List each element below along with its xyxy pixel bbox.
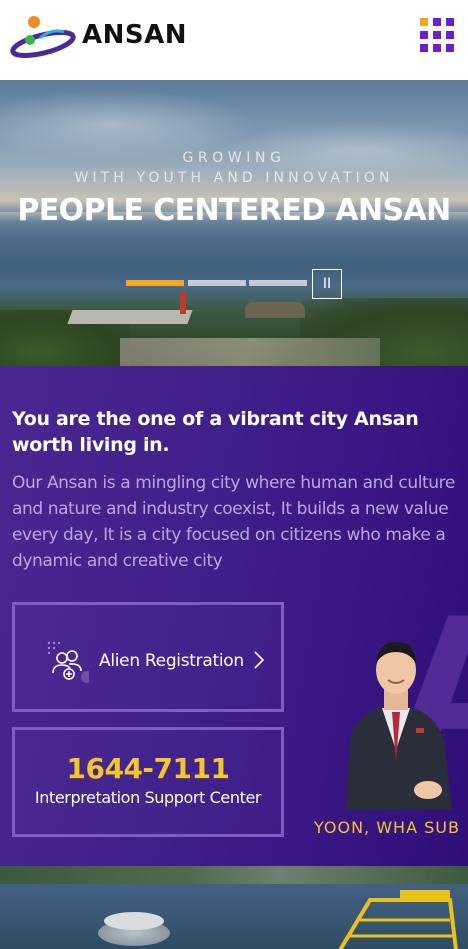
hero-subtitle-line2: WITH YOUTH AND INNOVATION — [74, 170, 394, 186]
mayor-intro-section: A You are the one of a vibrant city Ansa… — [0, 366, 468, 866]
alien-registration-label: Alien Registration — [99, 651, 244, 671]
hero-banner: GROWING WITH YOUTH AND INNOVATION PEOPLE… — [0, 80, 468, 366]
menu-dot-1 — [420, 18, 428, 26]
menu-dot-8 — [433, 44, 441, 52]
brand-name[interactable]: ANSAN — [82, 20, 187, 50]
slide-indicator-1[interactable] — [126, 280, 184, 286]
slide-indicator-2[interactable] — [188, 280, 246, 286]
menu-dot-5 — [433, 31, 441, 39]
menu-dot-6 — [446, 31, 454, 39]
ansan-logo-icon[interactable] — [10, 14, 76, 62]
hero-subtitle-line1: GROWING — [182, 150, 286, 166]
pause-icon: II — [322, 276, 332, 292]
site-header: ANSAN — [0, 0, 468, 80]
support-phone-number: 1644-7111 — [66, 752, 230, 785]
photo-shoreline — [0, 866, 468, 884]
menu-dot-3 — [446, 18, 454, 26]
bottom-photo-banner — [0, 866, 468, 949]
pause-button[interactable]: II — [312, 269, 342, 299]
photo-tank-top — [104, 912, 164, 930]
mayor-name: YOON, WHA SUB — [314, 818, 460, 837]
intro-body: Our Ansan is a mingling city where human… — [12, 473, 455, 571]
menu-dot-2 — [433, 18, 441, 26]
hero-title: PEOPLE CENTERED ANSAN — [17, 193, 451, 228]
photo-crane — [338, 890, 458, 949]
people-add-icon — [47, 641, 89, 683]
hero-lighthouse — [180, 292, 186, 314]
menu-dot-9 — [446, 44, 454, 52]
slide-indicator-3[interactable] — [249, 280, 307, 286]
menu-dot-4 — [420, 31, 428, 39]
interpretation-support-button[interactable]: 1644-7111 Interpretation Support Center — [12, 727, 284, 837]
hero-village — [120, 338, 380, 366]
hero-island — [245, 302, 305, 318]
alien-registration-button[interactable]: Alien Registration — [12, 602, 284, 712]
hero-pier — [67, 310, 193, 324]
menu-dot-7 — [420, 44, 428, 52]
chevron-right-icon — [254, 651, 265, 669]
mayor-portrait — [346, 642, 452, 810]
intro-title: You are the one of a vibrant city Ansan … — [12, 408, 419, 456]
support-center-label: Interpretation Support Center — [34, 788, 262, 807]
menu-grid-button[interactable] — [420, 18, 456, 54]
